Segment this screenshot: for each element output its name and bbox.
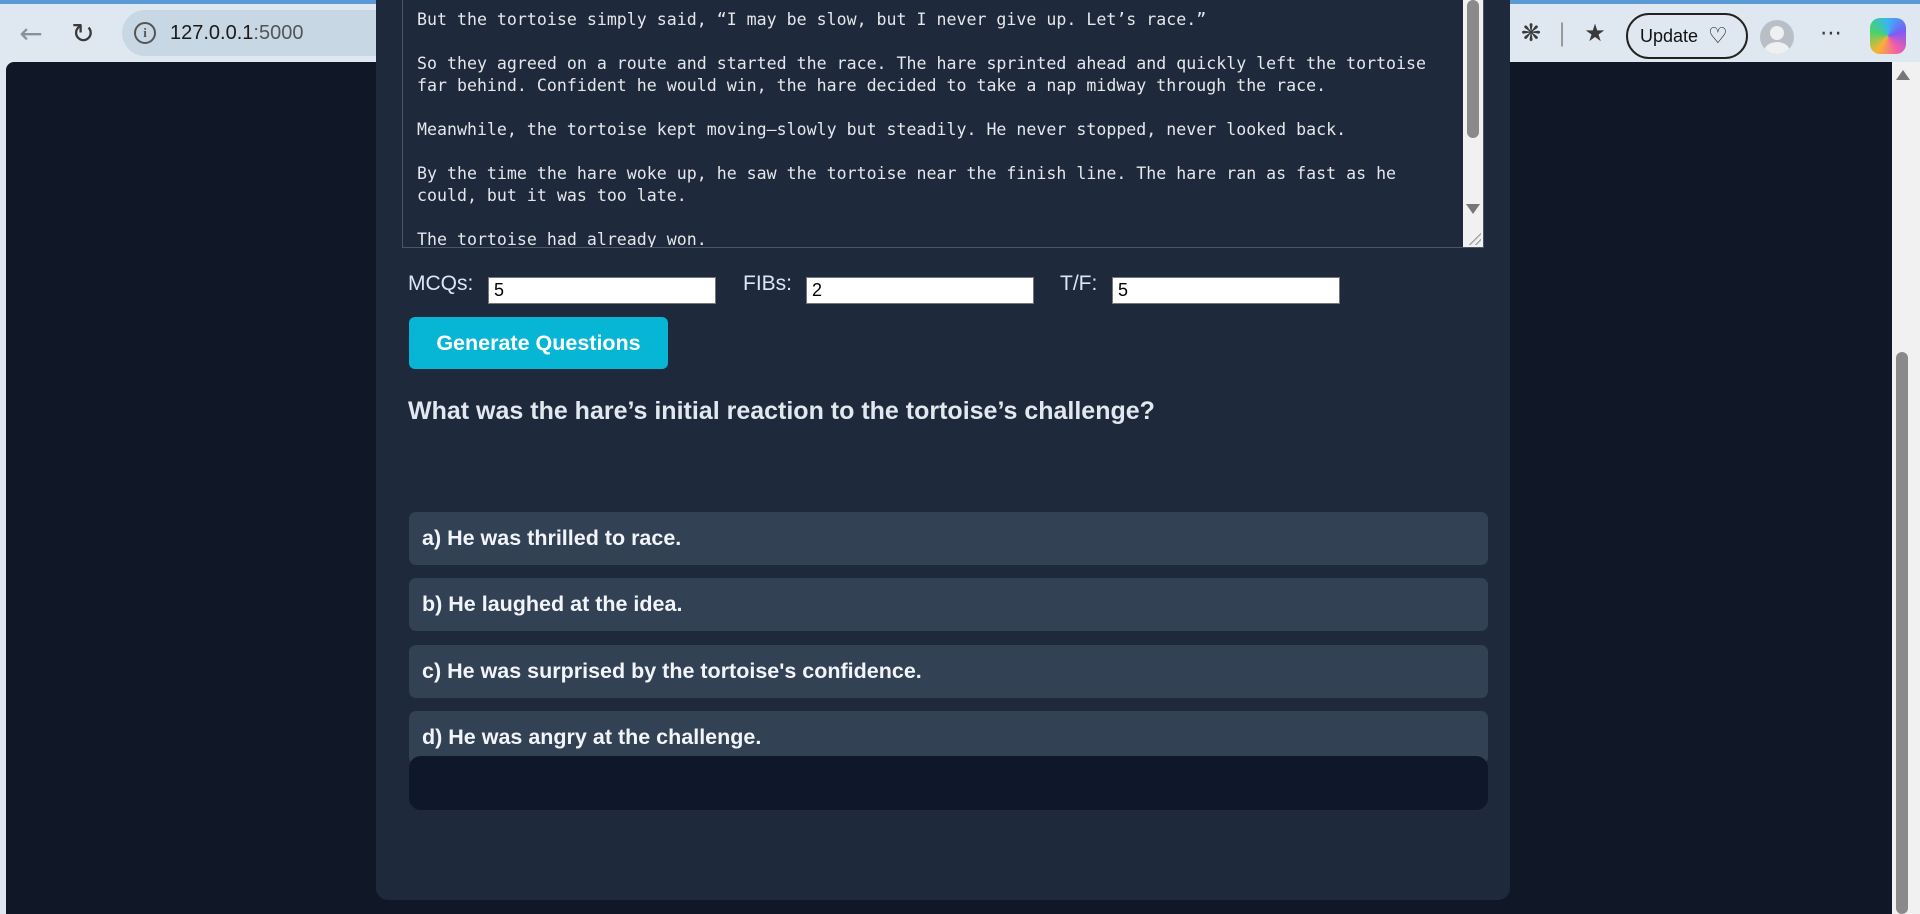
answer-option-b[interactable]: b) He laughed at the idea. [409, 578, 1488, 631]
mcq-label: MCQs: [408, 272, 474, 295]
tf-label: T/F: [1060, 272, 1098, 295]
question-text: What was the hare’s initial reaction to … [408, 397, 1155, 425]
more-menu-icon[interactable]: ⋯ [1816, 4, 1846, 62]
page-scrollbar[interactable] [1892, 62, 1920, 914]
profile-avatar[interactable] [1760, 20, 1794, 54]
copilot-icon[interactable] [1870, 18, 1906, 54]
resize-grip-icon[interactable] [1469, 233, 1481, 245]
page-scroll-thumb[interactable] [1896, 352, 1908, 914]
back-arrow-icon[interactable]: ← [14, 4, 48, 62]
extensions-puzzle-icon[interactable]: ❋ [1516, 4, 1546, 62]
textarea-scrollbar[interactable] [1463, 0, 1483, 247]
result-panel [409, 756, 1488, 810]
health-heart-icon: ♡ [1708, 23, 1728, 49]
scroll-down-arrow-icon[interactable] [1466, 204, 1480, 214]
generate-questions-button[interactable]: Generate Questions [409, 317, 668, 369]
story-text: But the tortoise simply said, “I may be … [417, 10, 1427, 248]
toolbar-divider: | [1557, 19, 1567, 47]
mcq-count-input[interactable] [488, 277, 716, 304]
fib-count-input[interactable] [806, 277, 1034, 304]
textarea-scroll-thumb[interactable] [1467, 0, 1479, 138]
fib-label: FIBs: [743, 272, 793, 295]
favorites-icon[interactable]: ★ [1578, 4, 1612, 62]
site-info-icon[interactable]: i [134, 22, 156, 44]
tf-count-input[interactable] [1112, 277, 1340, 304]
page-scroll-up-arrow-icon[interactable] [1896, 70, 1910, 80]
url-text: 127.0.0.1:5000 [170, 21, 304, 44]
answer-option-c[interactable]: c) He was surprised by the tortoise's co… [409, 645, 1488, 698]
update-button[interactable]: Update ♡ [1626, 13, 1748, 59]
answer-option-a[interactable]: a) He was thrilled to race. [409, 512, 1488, 565]
reload-icon[interactable]: ↻ [66, 4, 100, 62]
story-textarea[interactable]: But the tortoise simply said, “I may be … [402, 0, 1484, 248]
